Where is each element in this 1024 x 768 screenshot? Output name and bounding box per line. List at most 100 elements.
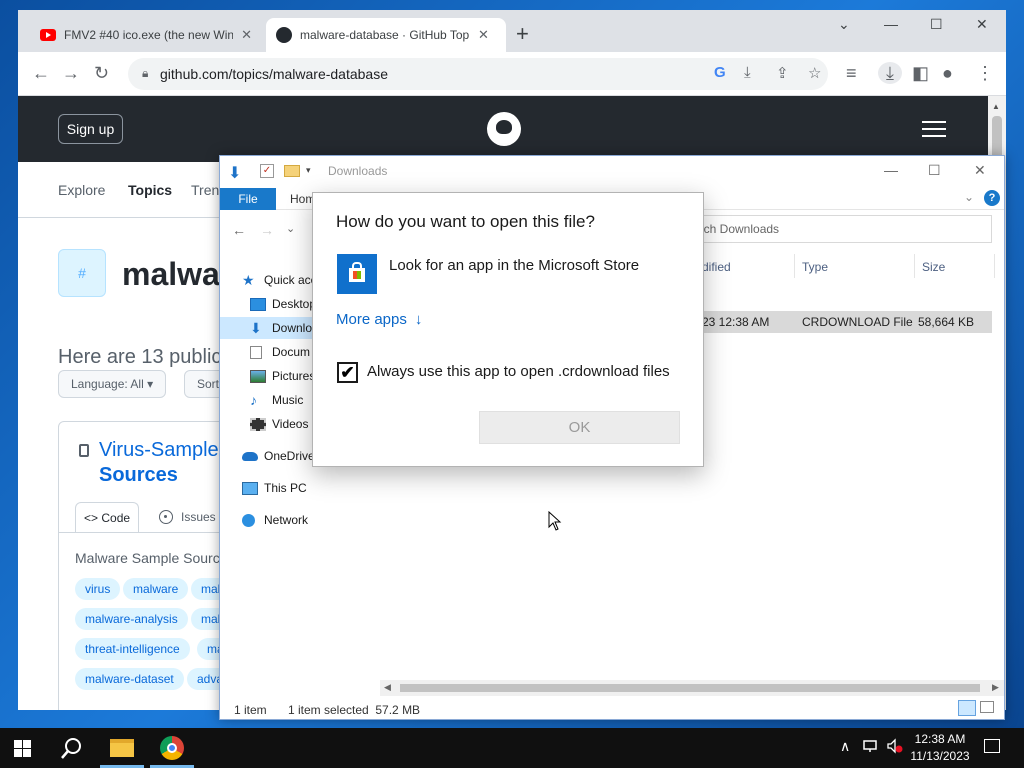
topic-tag[interactable]: virus <box>75 578 121 600</box>
scroll-left-icon[interactable]: ◀ <box>384 682 391 693</box>
new-tab-button[interactable]: + <box>516 23 529 45</box>
menu-hamburger-icon[interactable] <box>922 121 946 137</box>
documents-icon <box>250 345 262 359</box>
sidebar-item-documents[interactable]: Docum <box>250 341 310 363</box>
close-button[interactable]: ✕ <box>976 16 988 33</box>
minimize-button[interactable]: — <box>884 162 898 178</box>
details-view-icon[interactable] <box>958 700 976 716</box>
more-menu-icon[interactable]: ⋮ <box>976 62 994 84</box>
column-separator[interactable] <box>994 254 995 278</box>
url-text[interactable]: github.com/topics/malware-database <box>160 66 388 82</box>
clock-date[interactable]: 11/13/2023 <box>906 749 974 763</box>
tab-close-icon[interactable]: ✕ <box>478 27 489 43</box>
column-separator[interactable] <box>914 254 915 278</box>
always-use-checkbox[interactable]: ✔ <box>337 362 358 383</box>
tab-youtube[interactable]: FMV2 #40 ico.exe (the new Windows ✕ <box>30 18 262 52</box>
scroll-up-icon[interactable]: ▲ <box>992 102 1000 111</box>
explorer-titlebar[interactable]: ⬇ ✓ ▾ Downloads — ☐ ✕ <box>220 156 1004 188</box>
column-type[interactable]: Type <box>802 260 828 274</box>
recent-dropdown-icon[interactable]: ⌄ <box>286 222 295 235</box>
expand-ribbon-icon[interactable]: ⌄ <box>964 190 974 204</box>
chrome-taskbar-icon[interactable] <box>160 736 184 760</box>
sidebar-item-onedrive[interactable]: OneDrive <box>242 445 315 467</box>
forward-button[interactable]: → <box>260 222 274 238</box>
results-heading: Here are 13 public <box>58 346 222 368</box>
back-button[interactable]: ← <box>32 62 50 84</box>
sidebar-item-quick-access[interactable]: ★ Quick acc <box>242 269 317 291</box>
nav-topics[interactable]: Topics <box>128 182 172 198</box>
side-panel-icon[interactable]: ◧ <box>912 62 929 84</box>
scroll-right-icon[interactable]: ▶ <box>992 682 999 693</box>
search-downloads-input[interactable]: arch Downloads <box>686 215 992 243</box>
scrollbar-thumb[interactable] <box>400 684 980 692</box>
store-option-label[interactable]: Look for an app in the Microsoft Store <box>389 257 639 274</box>
sidebar-item-this-pc[interactable]: This PC <box>242 477 307 499</box>
issue-icon <box>159 510 173 524</box>
minimize-button[interactable]: — <box>884 16 898 32</box>
close-button[interactable]: ✕ <box>974 162 986 179</box>
lock-icon[interactable]: 🔒︎ <box>142 66 148 81</box>
new-folder-icon[interactable] <box>284 165 300 177</box>
properties-icon[interactable]: ✓ <box>260 164 274 178</box>
topic-tag[interactable]: malware-analysis <box>75 608 188 630</box>
customize-toolbar-icon[interactable]: ▾ <box>306 165 311 176</box>
forward-button[interactable]: → <box>62 62 80 84</box>
file-modified: 23 12:38 AM <box>702 315 770 329</box>
sidebar-item-network[interactable]: Network <box>242 509 308 531</box>
column-separator[interactable] <box>794 254 795 278</box>
desktop-icon <box>250 297 266 311</box>
taskbar-search-button[interactable] <box>60 736 84 760</box>
media-control-icon[interactable]: ≡ <box>846 62 857 84</box>
sidebar-item-music[interactable]: ♪ Music <box>250 389 303 411</box>
ok-button[interactable]: OK <box>479 411 680 444</box>
google-lens-icon[interactable]: G <box>714 64 726 81</box>
downloads-icon[interactable]: ⤓ <box>878 62 902 84</box>
sidebar-item-videos[interactable]: Videos <box>250 413 308 435</box>
nav-explore[interactable]: Explore <box>58 182 105 198</box>
github-logo-icon[interactable] <box>487 112 521 146</box>
repo-title-line1[interactable]: Virus-Samples <box>99 438 239 463</box>
address-bar[interactable]: 🔒︎ github.com/topics/malware-database G … <box>128 58 828 90</box>
maximize-button[interactable]: ☐ <box>930 16 943 33</box>
large-icons-view-icon[interactable] <box>980 701 994 713</box>
volume-muted-icon[interactable] <box>886 738 904 757</box>
sidebar-item-desktop[interactable]: Desktop <box>250 293 316 315</box>
network-tray-icon[interactable] <box>862 738 880 757</box>
repo-tab-code[interactable]: <> Code <box>75 502 140 532</box>
language-filter-button[interactable]: Language: All ▾ <box>58 370 167 398</box>
start-button[interactable] <box>14 740 31 757</box>
ribbon-file-tab[interactable]: File <box>220 188 276 210</box>
repo-tab-issues[interactable]: Issues <box>151 502 224 532</box>
sign-up-button[interactable]: Sign up <box>58 114 123 144</box>
bookmark-star-icon[interactable]: ☆ <box>808 64 821 82</box>
horizontal-scrollbar[interactable]: ◀ ▶ <box>380 680 1004 696</box>
sidebar-item-pictures[interactable]: Pictures <box>250 365 315 387</box>
clock-time[interactable]: 12:38 AM <box>912 732 968 746</box>
show-hidden-icons-chevron[interactable]: ∧ <box>840 738 850 755</box>
nav-trending[interactable]: Tren <box>191 182 219 198</box>
tab-github[interactable]: malware-database · GitHub Topics ✕ <box>266 18 506 52</box>
file-explorer-taskbar-icon[interactable] <box>110 739 134 757</box>
help-icon[interactable]: ? <box>984 190 1000 206</box>
topic-tag[interactable]: threat-intelligence <box>75 638 190 660</box>
install-icon[interactable]: ⤓ <box>744 64 751 81</box>
music-icon: ♪ <box>250 391 257 408</box>
repo-title-line2[interactable]: Sources <box>99 463 239 488</box>
share-icon[interactable]: ⇪ <box>776 64 789 82</box>
column-date-modified[interactable]: dified <box>702 260 731 274</box>
microsoft-store-icon[interactable] <box>337 254 377 294</box>
notification-center-icon[interactable] <box>984 739 1000 753</box>
always-use-label[interactable]: Always use this app to open .crdownload … <box>367 363 670 380</box>
column-size[interactable]: Size <box>922 260 945 274</box>
topic-tag[interactable]: malware-dataset <box>75 668 184 690</box>
profile-avatar-icon[interactable]: ● <box>942 62 953 84</box>
download-icon: ⬇ <box>250 319 262 336</box>
topic-tag[interactable]: malware <box>123 578 189 600</box>
more-apps-link[interactable]: More apps ↓ <box>336 311 422 328</box>
repo-title-link[interactable]: Virus-Samples Sources <box>99 438 239 488</box>
maximize-button[interactable]: ☐ <box>928 162 941 179</box>
reload-button[interactable]: ↻ <box>94 62 109 84</box>
tab-search-icon[interactable]: ⌄ <box>838 16 850 33</box>
tab-close-icon[interactable]: ✕ <box>241 27 252 43</box>
back-button[interactable]: ← <box>232 222 246 238</box>
